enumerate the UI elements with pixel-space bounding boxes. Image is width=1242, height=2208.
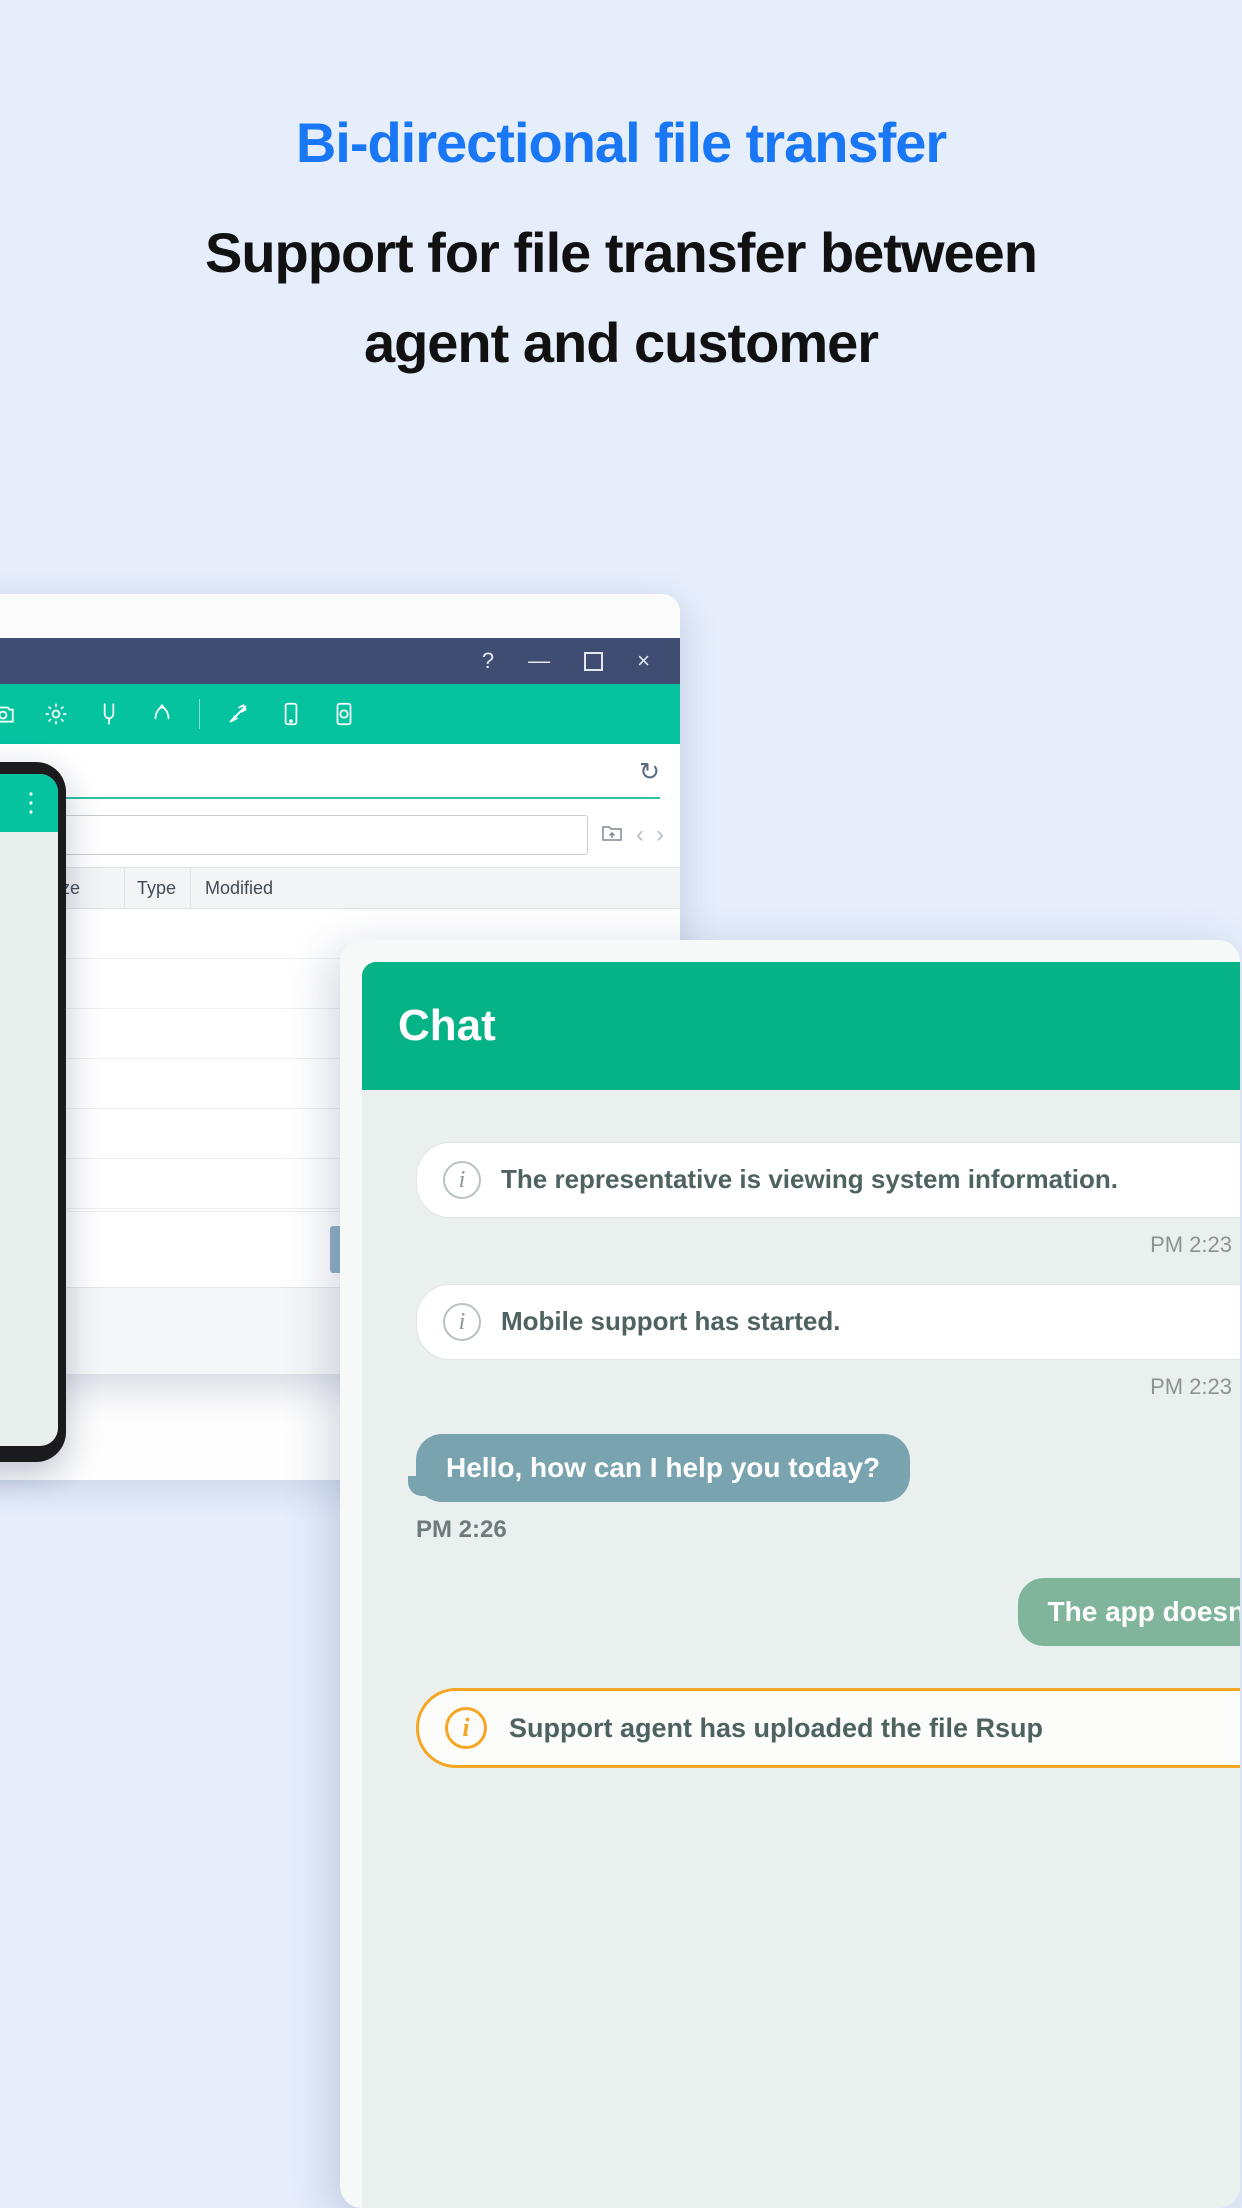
chat-title: Chat: [398, 1001, 496, 1050]
path-row: /storage/emulated/0 ‹ ›: [0, 799, 680, 867]
window-title-bar: ▼ Tools ? — ×: [0, 638, 680, 684]
pointer-icon[interactable]: [137, 691, 186, 737]
gear-icon[interactable]: [31, 691, 80, 737]
headline-main: Support for file transfer between agent …: [131, 208, 1111, 389]
device-record-icon[interactable]: [319, 691, 368, 737]
brush-icon[interactable]: [84, 691, 133, 737]
refresh-icon[interactable]: ↻: [639, 760, 660, 785]
chat-message-agent: Hello, how can I help you today? PM 2:26: [407, 1434, 1240, 1544]
maximize-button[interactable]: [584, 651, 604, 671]
app-toolbar: [0, 684, 680, 744]
page-root: Bi-directional file transfer Support for…: [0, 0, 1242, 2208]
phone-chat-time: PM 2:27: [0, 1012, 48, 1028]
upload-folder-icon[interactable]: [600, 821, 624, 849]
path-input[interactable]: /storage/emulated/0: [0, 815, 588, 855]
system-notice: i The representative is viewing system i…: [416, 1142, 1240, 1218]
info-icon: i: [445, 1707, 487, 1749]
chat-message-system-2: i Mobile support has started. PM 2:23: [416, 1284, 1240, 1400]
toolbar-separator: [199, 699, 200, 729]
system-notice: i Mobile support has started.: [416, 1284, 1240, 1360]
chat-message-system-1: i The representative is viewing system i…: [416, 1142, 1240, 1258]
system-notice-text: The representative is viewing system inf…: [501, 1164, 1118, 1195]
chevron-left-icon[interactable]: ‹: [636, 823, 644, 847]
window-controls: ? — ×: [482, 650, 664, 672]
panel-title-underline: [0, 797, 660, 799]
headline-main-line1: Support for file transfer between: [205, 220, 1038, 284]
phone-mockup: ⋮ perly PM 2:27 Sup... orting...: [0, 762, 66, 1462]
phone-icon[interactable]: [266, 691, 315, 737]
file-upload-notice: i Support agent has uploaded the file Rs…: [416, 1688, 1240, 1768]
agent-bubble: Hello, how can I help you today?: [407, 1434, 911, 1502]
headline-block: Bi-directional file transfer Support for…: [0, 0, 1242, 580]
message-timestamp: PM 2:26: [416, 1516, 507, 1543]
help-button[interactable]: ?: [482, 650, 494, 672]
chat-window: Chat i The representative is viewing sys…: [340, 940, 1240, 2208]
message-timestamp: PM 2:23: [1150, 1374, 1232, 1399]
system-notice-text: Mobile support has started.: [501, 1306, 841, 1337]
info-icon: i: [443, 1303, 481, 1341]
message-timestamp: PM 2:23: [1150, 1232, 1232, 1257]
headline-main-line2: agent and customer: [363, 311, 879, 375]
chevron-right-icon[interactable]: ›: [656, 823, 664, 847]
window-top-strip: [0, 594, 680, 638]
file-list-header: File Name ˄ Size Type Modified: [0, 867, 680, 909]
column-header-type[interactable]: Type: [125, 868, 191, 908]
chat-message-customer: The app doesn't work pr: [416, 1578, 1240, 1646]
file-transfer-header: File Transfer ↻: [0, 744, 680, 787]
camera-icon[interactable]: [0, 691, 27, 737]
no-draw-icon[interactable]: [213, 691, 262, 737]
phone-app-bar: ⋮: [0, 774, 58, 832]
more-vertical-icon[interactable]: ⋮: [18, 790, 44, 815]
phone-chat-body: perly PM 2:27: [0, 832, 58, 1044]
chat-message-list: i The representative is viewing system i…: [362, 1090, 1240, 1768]
customer-bubble: The app doesn't work pr: [1017, 1578, 1240, 1646]
file-upload-notice-text: Support agent has uploaded the file Rsup: [509, 1712, 1044, 1743]
close-button[interactable]: ×: [637, 650, 650, 672]
headline-accent: Bi-directional file transfer: [295, 111, 947, 174]
chat-inner: Chat i The representative is viewing sys…: [362, 962, 1240, 2208]
info-icon: i: [443, 1161, 481, 1199]
column-header-modified[interactable]: Modified: [191, 868, 680, 908]
chat-header: Chat: [362, 962, 1240, 1090]
minimize-button[interactable]: —: [528, 650, 550, 672]
phone-screen: ⋮ perly PM 2:27 Sup... orting...: [0, 774, 58, 1446]
